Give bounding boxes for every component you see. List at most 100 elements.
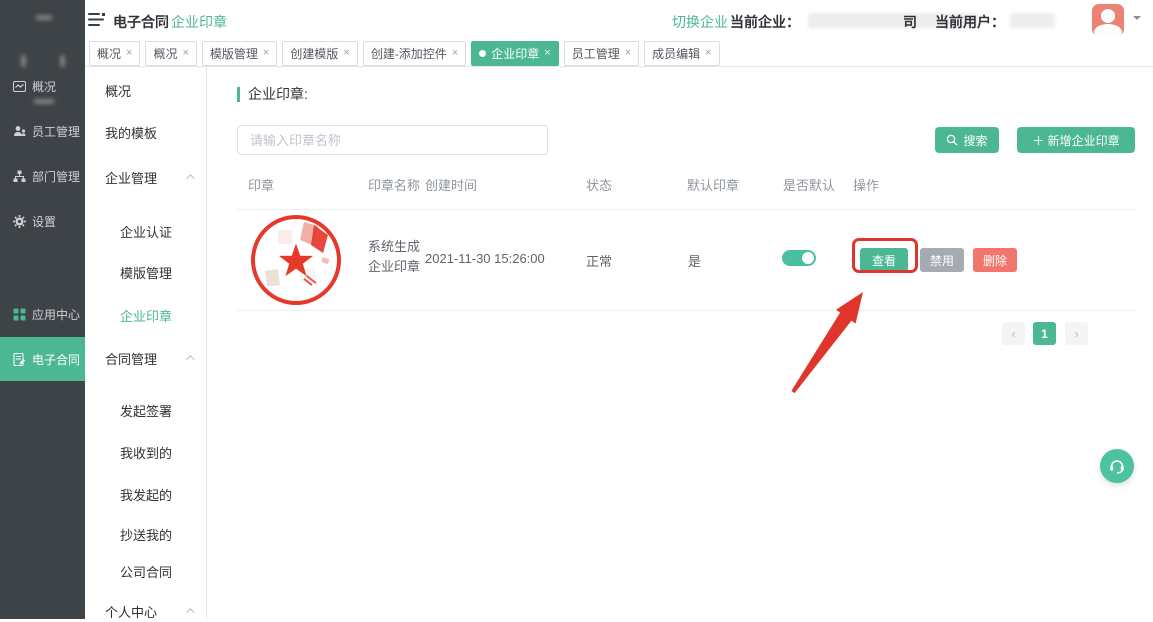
subnav-label: 个人中心 bbox=[105, 602, 157, 621]
tab-create-template[interactable]: 创建模版 × bbox=[282, 41, 357, 66]
chevron-right-icon: › bbox=[1074, 326, 1078, 341]
sidebar-item-label: 员工管理 bbox=[32, 123, 80, 140]
departments-icon bbox=[13, 170, 26, 183]
main-content: 企业印章: 搜索 ＋ 新增企业印章 印章 印章名称 创建时间 状态 默认印章 是… bbox=[207, 67, 1153, 619]
sidebar-item-settings[interactable]: 设置 bbox=[0, 206, 85, 236]
tab-create-add-control[interactable]: 创建-添加控件 × bbox=[363, 41, 466, 66]
subnav-label: 合同管理 bbox=[105, 349, 157, 368]
settings-icon bbox=[13, 215, 26, 228]
app-logo bbox=[0, 0, 85, 80]
subnav-enterprise-auth[interactable]: 企业认证 bbox=[85, 220, 206, 242]
headset-icon bbox=[1108, 457, 1126, 475]
pagination-prev-button[interactable]: ‹ bbox=[1002, 322, 1025, 345]
subnav-label: 我发起的 bbox=[120, 485, 172, 504]
subnav-label: 我的模板 bbox=[105, 123, 157, 142]
subnav-received[interactable]: 我收到的 bbox=[85, 441, 206, 463]
overview-icon bbox=[13, 80, 26, 93]
tab-employee-mgmt[interactable]: 员工管理 × bbox=[564, 41, 639, 66]
seal-name-search-input[interactable] bbox=[237, 125, 548, 155]
annotation-highlight-box bbox=[852, 238, 918, 273]
user-avatar[interactable] bbox=[1092, 4, 1124, 36]
subnav-enterprise-mgmt[interactable]: 企业管理 bbox=[85, 166, 206, 188]
sidebar-item-departments[interactable]: 部门管理 bbox=[0, 161, 85, 191]
seal-name-cell: 系统生成 企业印章 bbox=[368, 237, 428, 277]
default-seal-cell: 是 bbox=[688, 251, 701, 270]
subnav-cc-me[interactable]: 抄送我的 bbox=[85, 523, 206, 545]
sidebar-item-overview[interactable]: 概况 bbox=[0, 71, 85, 101]
breadcrumb-root[interactable]: 电子合同 bbox=[113, 12, 169, 32]
toggle-knob bbox=[802, 252, 814, 264]
tab-label: 概况 bbox=[153, 45, 177, 62]
subnav-label: 企业印章 bbox=[120, 306, 172, 325]
sidebar-item-label: 部门管理 bbox=[32, 168, 80, 185]
col-header-is-default: 是否默认 bbox=[783, 175, 835, 194]
close-icon[interactable]: × bbox=[544, 48, 550, 59]
subnav-overview[interactable]: 概况 bbox=[85, 79, 206, 101]
tab-member-edit[interactable]: 成员编辑 × bbox=[644, 41, 719, 66]
breadcrumb-current: 企业印章 bbox=[171, 12, 227, 32]
delete-button[interactable]: 删除 bbox=[973, 248, 1017, 272]
pagination-page-1[interactable]: 1 bbox=[1033, 322, 1056, 345]
subnav-label: 模版管理 bbox=[120, 263, 172, 282]
search-button[interactable]: 搜索 bbox=[935, 127, 999, 153]
close-icon[interactable]: × bbox=[452, 48, 458, 59]
subnav-my-templates[interactable]: 我的模板 bbox=[85, 121, 206, 143]
close-icon[interactable]: × bbox=[182, 48, 188, 59]
default-toggle-switch[interactable] bbox=[782, 250, 816, 266]
chevron-up-icon bbox=[186, 174, 194, 182]
seal-name-line1: 系统生成 bbox=[368, 237, 428, 257]
chevron-up-icon bbox=[186, 608, 194, 616]
tab-label: 概况 bbox=[97, 45, 121, 62]
tab-label: 企业印章 bbox=[491, 45, 539, 62]
close-icon[interactable]: × bbox=[625, 48, 631, 59]
subnav-label: 企业认证 bbox=[120, 222, 172, 241]
subnav-enterprise-seal[interactable]: 企业印章 bbox=[85, 304, 206, 326]
apps-icon bbox=[13, 308, 26, 321]
sidebar-item-app-center[interactable]: 应用中心 bbox=[0, 299, 85, 329]
company-seal-image bbox=[248, 212, 344, 308]
subnav-template-mgmt[interactable]: 模版管理 bbox=[85, 261, 206, 283]
created-time-cell: 2021-11-30 15:26:00 bbox=[425, 251, 545, 266]
chevron-up-icon bbox=[186, 355, 194, 363]
customer-service-button[interactable] bbox=[1100, 449, 1134, 483]
tab-overview-1[interactable]: 概况 × bbox=[89, 41, 140, 66]
subnav-contract-mgmt[interactable]: 合同管理 bbox=[85, 347, 206, 369]
col-header-default: 默认印章 bbox=[687, 175, 739, 194]
pagination-next-button[interactable]: › bbox=[1065, 322, 1088, 345]
close-icon[interactable]: × bbox=[343, 48, 349, 59]
econtract-icon bbox=[13, 353, 26, 366]
subnav-label: 发起签署 bbox=[120, 401, 172, 420]
tab-template-mgmt[interactable]: 模版管理 × bbox=[202, 41, 277, 66]
chevron-left-icon: ‹ bbox=[1011, 326, 1015, 341]
collapse-menu-icon[interactable] bbox=[88, 13, 106, 27]
subnav-label: 我收到的 bbox=[120, 443, 172, 462]
primary-sidebar: 概况 员工管理 部门管理 设置 bbox=[0, 0, 85, 619]
table-header-divider bbox=[237, 209, 1135, 210]
sidebar-item-label: 电子合同 bbox=[32, 351, 80, 368]
subnav-label: 公司合同 bbox=[120, 562, 172, 581]
col-header-seal-name: 印章名称 bbox=[368, 175, 420, 194]
subnav-initiated[interactable]: 我发起的 bbox=[85, 483, 206, 505]
tab-enterprise-seal[interactable]: 企业印章 × bbox=[471, 41, 558, 66]
search-button-label: 搜索 bbox=[963, 132, 987, 149]
col-header-actions: 操作 bbox=[853, 175, 879, 194]
subnav-company-contracts[interactable]: 公司合同 bbox=[85, 560, 206, 582]
subnav-label: 企业管理 bbox=[105, 168, 157, 187]
top-header: 电子合同 / 企业印章 切换企业 当前企业： 司 当前用户： bbox=[85, 0, 1153, 40]
search-icon bbox=[946, 134, 958, 146]
subnav-label: 概况 bbox=[105, 81, 131, 100]
disable-button[interactable]: 禁用 bbox=[920, 248, 964, 272]
subnav-initiate-sign[interactable]: 发起签署 bbox=[85, 399, 206, 421]
add-enterprise-seal-button[interactable]: ＋ 新增企业印章 bbox=[1017, 127, 1135, 153]
close-icon[interactable]: × bbox=[126, 48, 132, 59]
close-icon[interactable]: × bbox=[705, 48, 711, 59]
tab-overview-2[interactable]: 概况 × bbox=[145, 41, 196, 66]
table-row-divider bbox=[237, 310, 1135, 311]
sidebar-item-employees[interactable]: 员工管理 bbox=[0, 116, 85, 146]
close-icon[interactable]: × bbox=[263, 48, 269, 59]
seal-name-line2: 企业印章 bbox=[368, 257, 428, 277]
sidebar-item-econtract[interactable]: 电子合同 bbox=[0, 337, 85, 381]
tab-label: 成员编辑 bbox=[652, 45, 700, 62]
chevron-down-icon[interactable] bbox=[1133, 16, 1141, 24]
page-title: 企业印章: bbox=[237, 87, 308, 102]
